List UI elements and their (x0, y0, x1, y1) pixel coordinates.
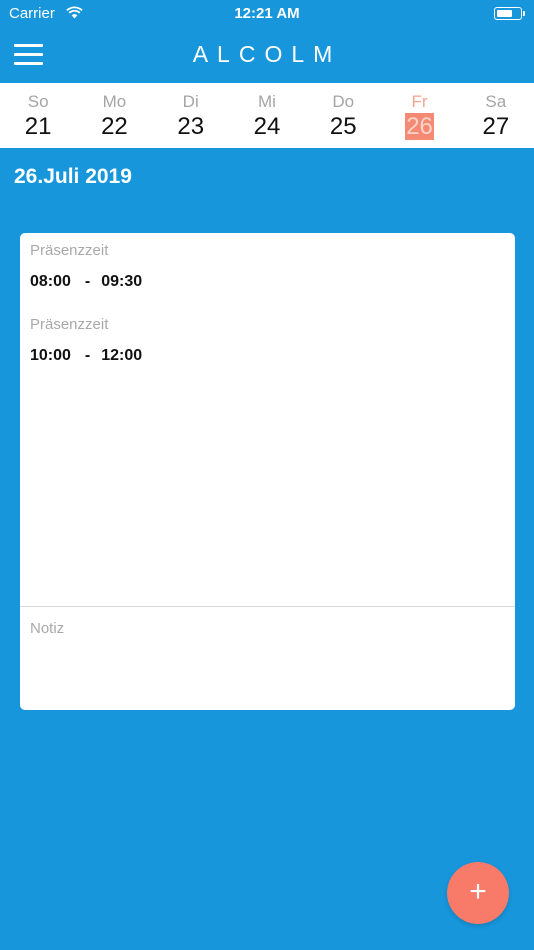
day-number: 22 (101, 113, 128, 140)
day-number: 23 (177, 113, 205, 140)
day-sa[interactable]: Sa 27 (458, 83, 534, 148)
day-mo[interactable]: Mo 22 (76, 83, 152, 148)
entry-label: Präsenzzeit (30, 242, 109, 259)
app-screen: Carrier 12:21 AM ALCOLM So 21 Mo 22 Di 23 Mi 24… (0, 0, 534, 950)
entry-end-time: 12:00 (101, 347, 143, 364)
note-field[interactable]: Notiz (30, 620, 64, 637)
time-separator: - (84, 347, 91, 364)
time-separator: - (84, 273, 91, 290)
card-divider (20, 606, 515, 607)
day-so[interactable]: So 21 (0, 83, 76, 148)
day-name: So (27, 92, 49, 111)
day-number: 25 (329, 113, 357, 140)
day-name: Mo (102, 92, 127, 111)
day-name: Di (182, 92, 199, 111)
day-fr[interactable]: Fr 26 (381, 83, 457, 148)
battery-icon (494, 7, 525, 20)
day-mi[interactable]: Mi 24 (229, 83, 305, 148)
week-strip: So 21 Mo 22 Di 23 Mi 24 Do 25 Fr 26 Sa 27 (0, 83, 534, 148)
entry-end-time: 09:30 (101, 273, 143, 290)
status-time: 12:21 AM (234, 5, 300, 22)
nav-bar: ALCOLM (0, 28, 534, 83)
date-title: 26.Juli 2019 (14, 165, 132, 188)
entry-times: 08:00 - 09:30 (30, 273, 142, 291)
entry-start-time: 10:00 (30, 347, 71, 364)
entry-times: 10:00 - 12:00 (30, 347, 142, 365)
day-name: Mi (258, 92, 276, 111)
day-di[interactable]: Di 23 (153, 83, 229, 148)
status-bar: Carrier 12:21 AM (0, 0, 534, 28)
day-number: 21 (24, 113, 52, 140)
day-card: Präsenzzeit 08:00 - 09:30 Präsenzzeit 10… (20, 233, 515, 710)
time-entry[interactable]: Präsenzzeit 08:00 - 09:30 (30, 242, 142, 291)
add-entry-button[interactable]: + (447, 862, 509, 924)
day-number: 27 (482, 113, 510, 140)
day-number: 24 (253, 113, 281, 140)
day-name: Fr (411, 92, 428, 111)
time-entry[interactable]: Präsenzzeit 10:00 - 12:00 (30, 316, 142, 365)
entry-start-time: 08:00 (30, 273, 71, 290)
day-number: 26 (405, 113, 434, 140)
entry-label: Präsenzzeit (30, 316, 109, 333)
day-name: Do (332, 92, 355, 111)
app-logo: ALCOLM (192, 41, 342, 67)
day-name: Sa (485, 92, 507, 111)
day-do[interactable]: Do 25 (305, 83, 381, 148)
